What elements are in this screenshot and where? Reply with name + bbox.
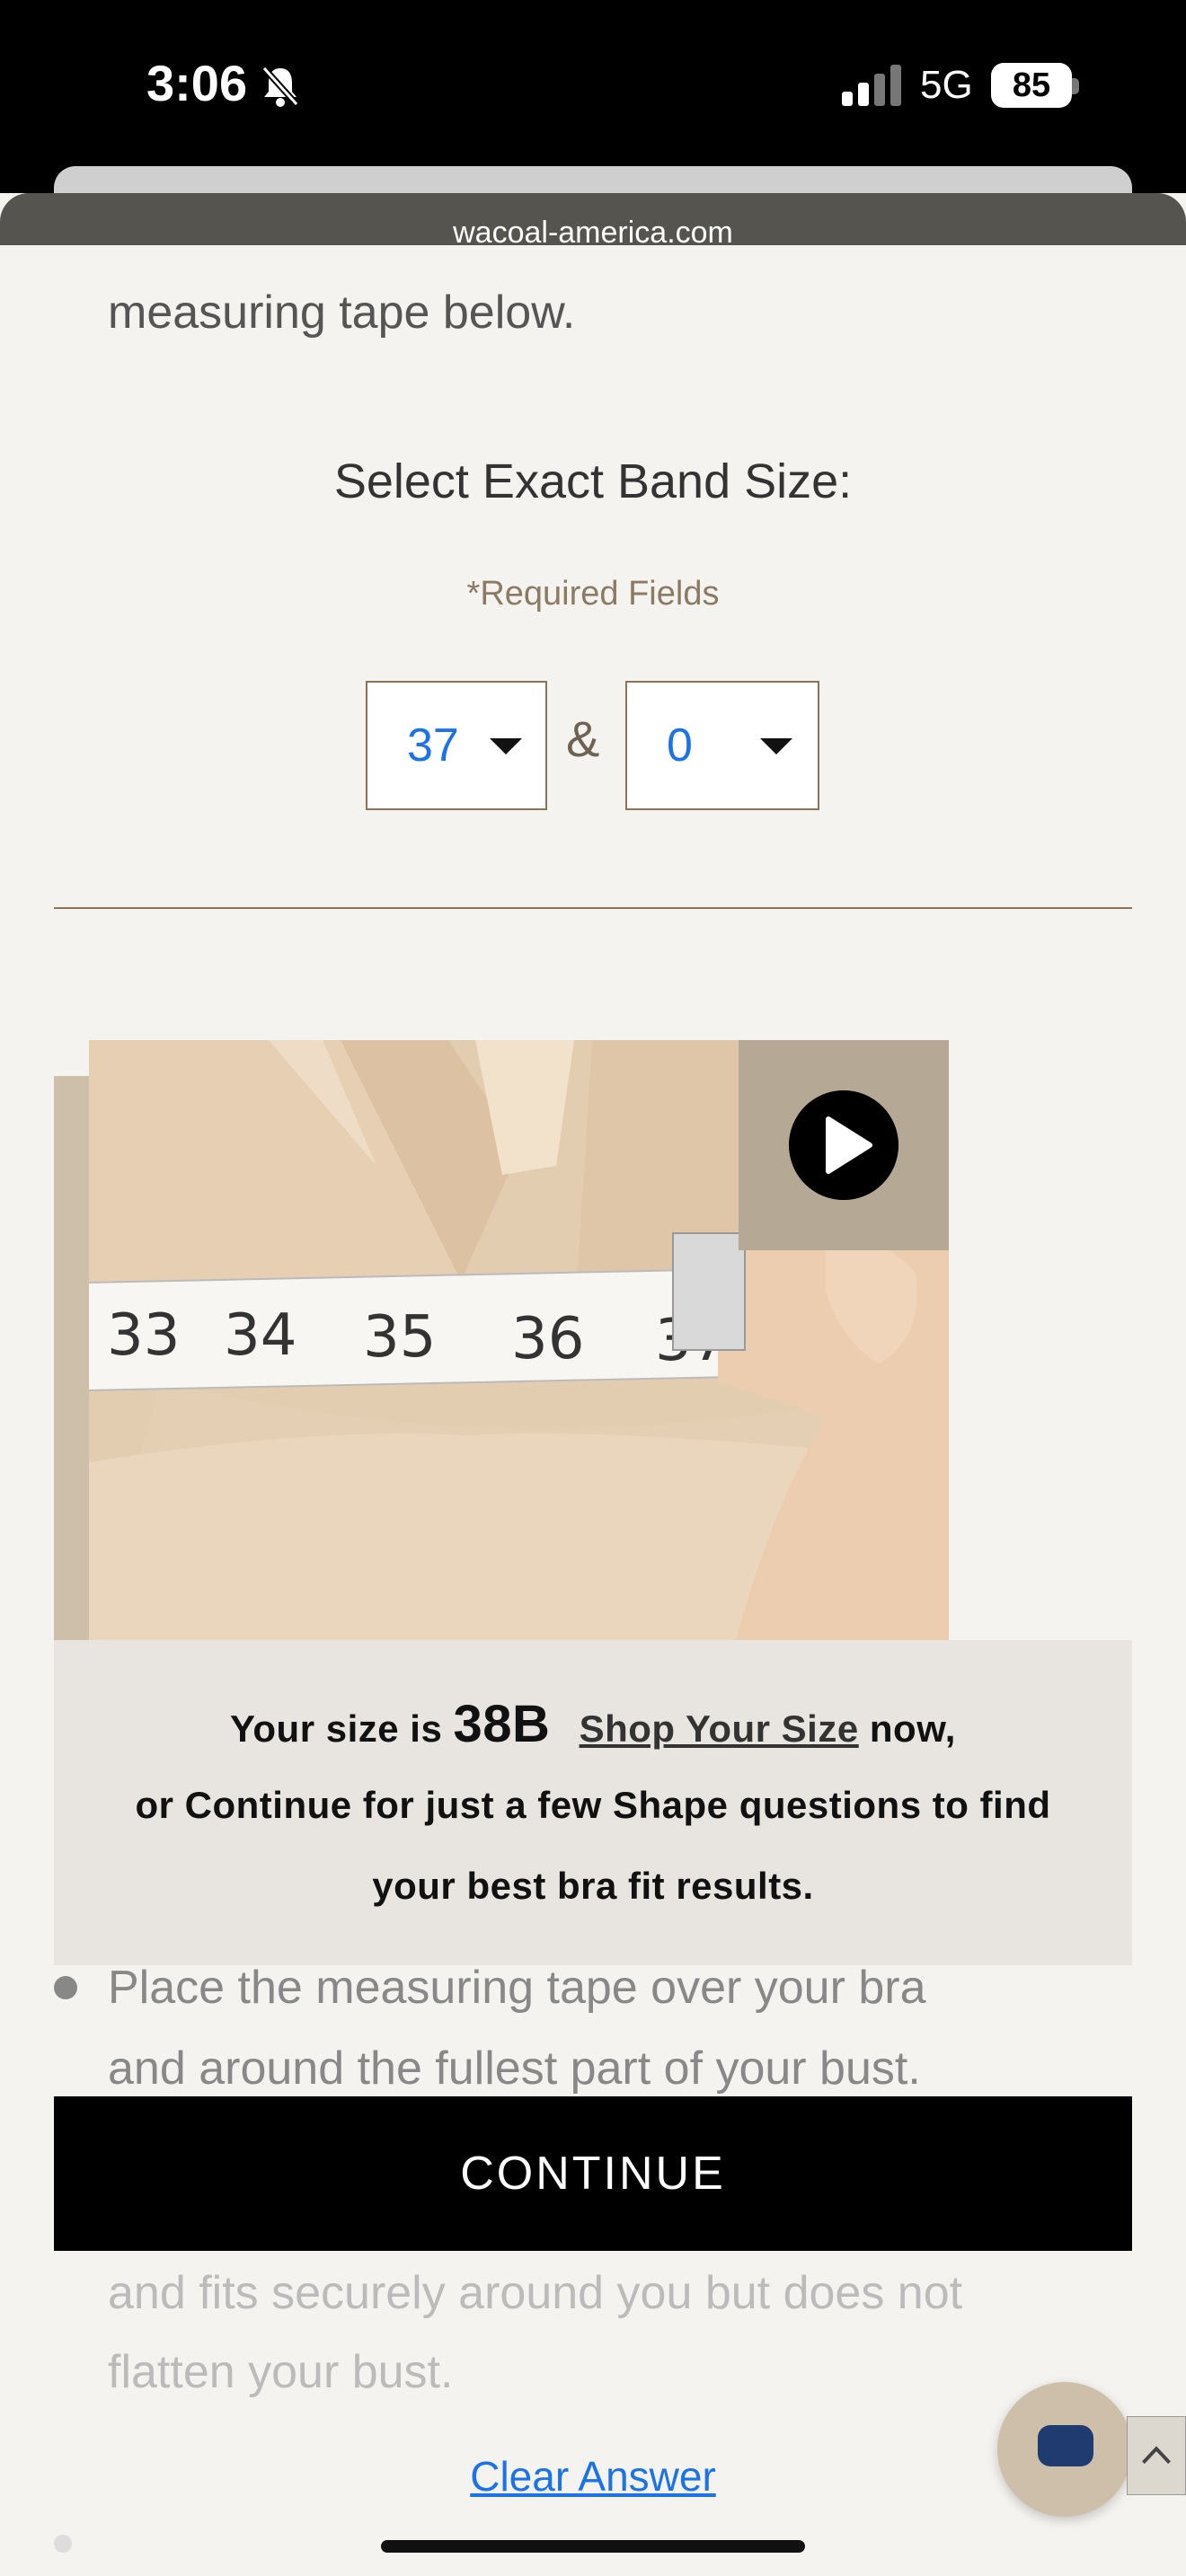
page-heading: Select Exact Band Size: (333, 454, 853, 508)
svg-text:34: 34 (224, 1302, 296, 1369)
url-text[interactable]: wacoal-america.com (0, 216, 1186, 251)
bell-slash-icon (261, 66, 299, 107)
chat-bubble-icon (1038, 2425, 1093, 2466)
bullet-dot (54, 1976, 77, 1999)
scroll-to-top-button[interactable] (1127, 2416, 1186, 2495)
size-suffix: now, (869, 1707, 956, 1750)
play-icon[interactable] (789, 1090, 898, 1200)
divider (54, 907, 1132, 909)
size-prefix: Your size is (230, 1707, 443, 1750)
instruction-line-faded: flatten your bust. (108, 2346, 454, 2398)
svg-text:35: 35 (363, 1304, 436, 1371)
signal-icon (842, 65, 901, 106)
home-indicator[interactable] (381, 2540, 805, 2553)
bullet-dot (54, 2535, 72, 2553)
ampersand: & (566, 710, 600, 767)
instruction-line: Place the measuring tape over your bra (108, 1962, 926, 2014)
shop-your-size-link[interactable]: Shop Your Size (580, 1707, 859, 1750)
size-result-panel: Your size is 38B Shop Your Size now, or … (54, 1640, 1132, 1965)
instruction-line-faded: and fits securely around you but does no… (108, 2267, 963, 2319)
network-type: 5G (920, 63, 973, 107)
size-value: 38B (453, 1695, 551, 1753)
band-fraction-select[interactable]: 0 (625, 681, 819, 810)
chevron-down-icon (760, 738, 792, 754)
svg-text:33: 33 (107, 1302, 180, 1369)
size-result-line2: or Continue for just a few Shape questio… (135, 1784, 1051, 1826)
chevron-down-icon (490, 738, 522, 754)
battery-cap (1072, 78, 1079, 94)
intro-text: measuring tape below. (108, 287, 576, 339)
required-note: *Required Fields (466, 575, 720, 613)
band-size-value: 37 (407, 719, 459, 772)
chat-button[interactable] (997, 2382, 1132, 2517)
image-backdrop (54, 1076, 90, 1642)
size-result-line1: Your size is 38B Shop Your Size now, (54, 1694, 1132, 1754)
size-result-line3: your best bra fit results. (372, 1865, 814, 1907)
battery-level: 85 (991, 63, 1072, 108)
band-fraction-value: 0 (667, 719, 693, 772)
status-time: 3:06 (146, 55, 248, 111)
continue-button[interactable]: CONTINUE (54, 2096, 1132, 2251)
band-size-select[interactable]: 37 (366, 681, 547, 810)
svg-text:36: 36 (511, 1306, 584, 1372)
